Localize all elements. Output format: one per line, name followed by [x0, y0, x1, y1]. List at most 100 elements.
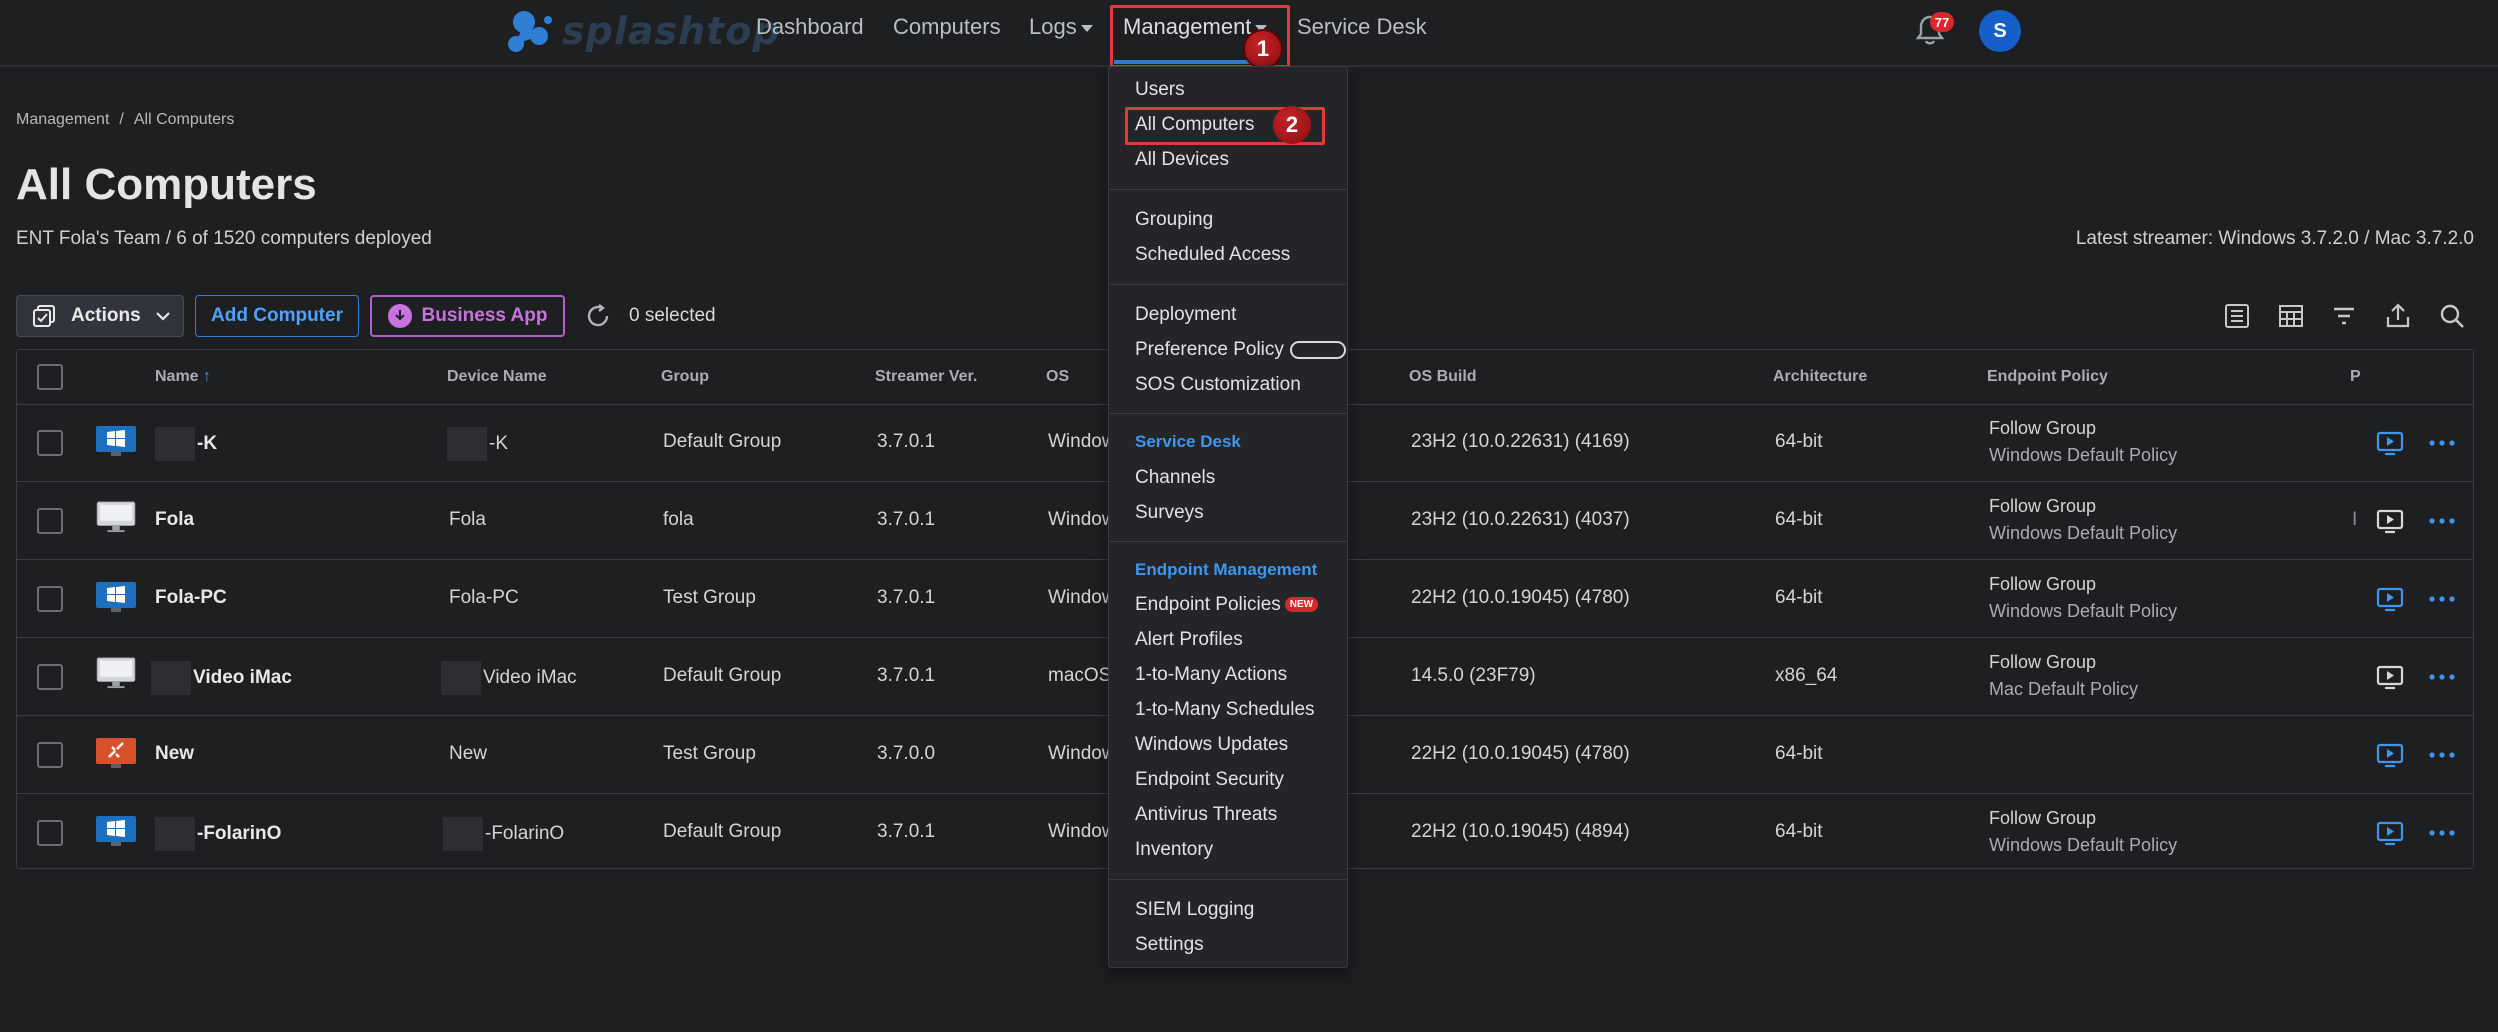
group-cell: Default Group: [663, 821, 782, 842]
computer-name[interactable]: Fola-PC: [155, 587, 227, 609]
architecture-cell: 64-bit: [1775, 587, 1823, 608]
menu-divider: [1109, 189, 1347, 190]
page-title: All Computers: [16, 160, 317, 209]
menu-section-endpoint-management: Endpoint Management: [1135, 560, 1318, 579]
col-os[interactable]: OS: [1046, 368, 1069, 386]
menu-item-antivirus-threats[interactable]: Antivirus Threats: [1135, 804, 1277, 826]
menu-item-endpoint-policies[interactable]: Endpoint Policies NEW: [1135, 594, 1319, 616]
computer-name[interactable]: Fola: [155, 509, 194, 531]
step-2-badge: 2: [1273, 106, 1311, 144]
more-options-icon[interactable]: [2427, 506, 2457, 536]
menu-item-scheduled-access[interactable]: Scheduled Access: [1135, 244, 1290, 266]
col-architecture[interactable]: Architecture: [1773, 368, 1867, 386]
group-cell: Default Group: [663, 665, 782, 686]
policy-mode: Follow Group: [1989, 418, 2097, 438]
device-name: -K: [447, 427, 508, 461]
menu-item-preference-policy[interactable]: Preference Policy: [1135, 339, 1346, 361]
menu-item-windows-updates[interactable]: Windows Updates: [1135, 734, 1288, 756]
new-badge: NEW: [1284, 597, 1319, 613]
menu-item-inventory[interactable]: Inventory: [1135, 839, 1213, 861]
truncated-cell: I: [2352, 509, 2358, 530]
remote-connect-icon[interactable]: [2375, 740, 2405, 770]
row-checkbox[interactable]: [37, 508, 63, 534]
os-cell: Window: [1048, 431, 1116, 452]
computer-name[interactable]: New: [155, 743, 194, 765]
remote-connect-icon[interactable]: [2375, 584, 2405, 614]
group-cell: Test Group: [663, 743, 756, 764]
streamer-version-cell: 3.7.0.1: [877, 509, 936, 530]
os-build-cell: 14.5.0 (23F79): [1411, 665, 1536, 686]
select-all-checkbox[interactable]: [37, 364, 63, 390]
grid-view-icon[interactable]: [2276, 301, 2306, 331]
col-os-build[interactable]: OS Build: [1409, 368, 1477, 386]
device-name: Fola-PC: [449, 587, 519, 608]
menu-item-grouping[interactable]: Grouping: [1135, 209, 1213, 231]
remote-connect-icon[interactable]: [2375, 818, 2405, 848]
more-options-icon[interactable]: [2427, 428, 2457, 458]
remote-connect-icon[interactable]: [2375, 506, 2405, 536]
splashtop-logo[interactable]: splashtop: [502, 6, 781, 56]
menu-item-siem-logging[interactable]: SIEM Logging: [1135, 899, 1254, 921]
remote-connect-icon[interactable]: [2375, 428, 2405, 458]
streamer-version-cell: 3.7.0.1: [877, 587, 936, 608]
menu-item-surveys[interactable]: Surveys: [1135, 502, 1204, 524]
row-checkbox[interactable]: [37, 820, 63, 846]
row-checkbox[interactable]: [37, 742, 63, 768]
imac-icon: [96, 657, 136, 689]
add-computer-button[interactable]: Add Computer: [195, 295, 359, 337]
nav-computers[interactable]: Computers: [893, 14, 1001, 40]
nav-service-desk[interactable]: Service Desk: [1297, 14, 1427, 40]
os-cell: Window: [1048, 509, 1116, 530]
nav-active-underline: [1114, 60, 1254, 64]
col-group[interactable]: Group: [661, 368, 709, 386]
col-endpoint-policy[interactable]: Endpoint Policy: [1987, 368, 2108, 386]
more-options-icon[interactable]: [2427, 662, 2457, 692]
group-cell: fola: [663, 509, 694, 530]
menu-item-sos-customization[interactable]: SOS Customization: [1135, 374, 1301, 396]
nav-logs[interactable]: Logs: [1029, 14, 1093, 40]
windows-icon: [96, 816, 136, 846]
policy-name: Windows Default Policy: [1989, 523, 2178, 543]
user-avatar[interactable]: S: [1979, 10, 2021, 52]
col-name[interactable]: Name ↑: [155, 368, 211, 386]
remote-connect-icon[interactable]: [2375, 662, 2405, 692]
menu-item-channels[interactable]: Channels: [1135, 467, 1215, 489]
menu-item-alert-profiles[interactable]: Alert Profiles: [1135, 629, 1243, 651]
col-device-name[interactable]: Device Name: [447, 368, 547, 386]
streamer-version-cell: 3.7.0.1: [877, 431, 936, 452]
more-options-icon[interactable]: [2427, 740, 2457, 770]
col-streamer-ver[interactable]: Streamer Ver.: [875, 368, 977, 386]
imac-icon: [96, 501, 136, 533]
breadcrumb-current: All Computers: [133, 111, 235, 128]
col-truncated[interactable]: P: [2350, 368, 2361, 386]
search-icon[interactable]: [2437, 301, 2467, 331]
menu-item-all-devices[interactable]: All Devices: [1135, 149, 1229, 171]
more-options-icon[interactable]: [2427, 818, 2457, 848]
row-checkbox[interactable]: [37, 586, 63, 612]
menu-item-1-to-many-actions[interactable]: 1-to-Many Actions: [1135, 664, 1287, 686]
filter-icon[interactable]: [2329, 301, 2359, 331]
preference-policy-label: Preference Policy: [1135, 339, 1284, 360]
os-build-cell: 22H2 (10.0.19045) (4780): [1411, 587, 1630, 608]
menu-item-endpoint-security[interactable]: Endpoint Security: [1135, 769, 1284, 791]
list-view-icon[interactable]: [2222, 301, 2252, 331]
business-app-button[interactable]: Business App: [370, 295, 565, 337]
device-name: Fola: [449, 509, 486, 530]
streamer-version-cell: 3.7.0.0: [877, 743, 936, 764]
refresh-icon[interactable]: [584, 302, 612, 330]
breadcrumb-management[interactable]: Management: [16, 111, 109, 128]
computer-name[interactable]: -FolarinO: [155, 817, 281, 851]
nav-dashboard[interactable]: Dashboard: [756, 14, 864, 40]
row-checkbox[interactable]: [37, 430, 63, 456]
menu-item-deployment[interactable]: Deployment: [1135, 304, 1236, 326]
menu-item-1-to-many-schedules[interactable]: 1-to-Many Schedules: [1135, 699, 1315, 721]
menu-item-users[interactable]: Users: [1135, 79, 1185, 101]
computer-name[interactable]: -K: [155, 427, 217, 461]
computer-name[interactable]: Video iMac: [151, 661, 292, 695]
export-icon[interactable]: [2383, 301, 2413, 331]
more-options-icon[interactable]: [2427, 584, 2457, 614]
actions-button[interactable]: Actions: [16, 295, 184, 337]
bulk-select-icon: [33, 305, 55, 327]
row-checkbox[interactable]: [37, 664, 63, 690]
menu-item-settings[interactable]: Settings: [1135, 934, 1204, 956]
